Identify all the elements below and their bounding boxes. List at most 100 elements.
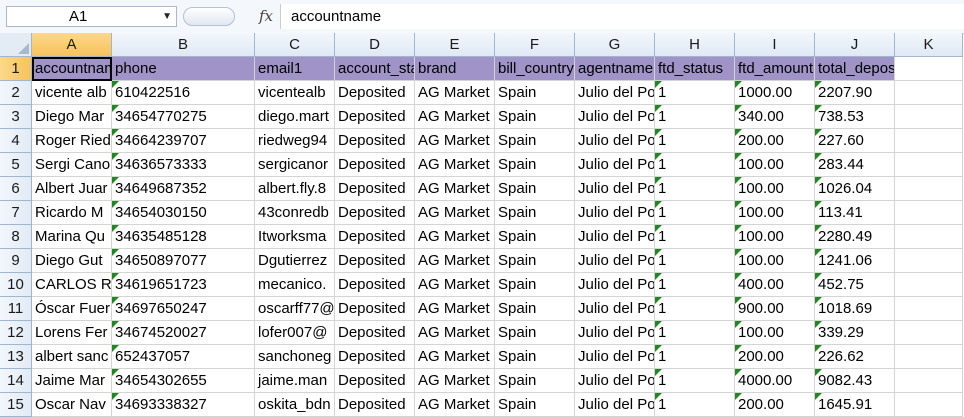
cell-b6[interactable]: 34649687352 — [112, 177, 255, 201]
cell-b3[interactable]: 34654770275 — [112, 105, 255, 129]
cell-i13[interactable]: 200.00 — [735, 345, 815, 369]
row-header-11[interactable]: 11 — [0, 297, 32, 321]
cell-b5[interactable]: 34636573333 — [112, 153, 255, 177]
cell-a1[interactable]: accountname — [32, 57, 112, 81]
cell-k7[interactable] — [895, 201, 963, 225]
cell-a14[interactable]: Jaime Mar — [32, 369, 112, 393]
cell-f9[interactable]: Spain — [495, 249, 575, 273]
row-header-2[interactable]: 2 — [0, 81, 32, 105]
cell-e1[interactable]: brand — [415, 57, 495, 81]
row-header-8[interactable]: 8 — [0, 225, 32, 249]
cell-j6[interactable]: 1026.04 — [815, 177, 895, 201]
cell-a3[interactable]: Diego Mar — [32, 105, 112, 129]
cell-c9[interactable]: Dgutierrez — [255, 249, 335, 273]
row-header-10[interactable]: 10 — [0, 273, 32, 297]
cell-e12[interactable]: AG Market — [415, 321, 495, 345]
cell-h8[interactable]: 1 — [655, 225, 735, 249]
cell-c13[interactable]: sanchoneg — [255, 345, 335, 369]
row-header-5[interactable]: 5 — [0, 153, 32, 177]
cell-e13[interactable]: AG Market — [415, 345, 495, 369]
cell-h6[interactable]: 1 — [655, 177, 735, 201]
cell-h9[interactable]: 1 — [655, 249, 735, 273]
column-header-h[interactable]: H — [655, 33, 735, 57]
chevron-down-icon[interactable]: ▼ — [162, 7, 172, 26]
column-header-e[interactable]: E — [415, 33, 495, 57]
cell-c2[interactable]: vicentealb — [255, 81, 335, 105]
cell-f11[interactable]: Spain — [495, 297, 575, 321]
cell-e10[interactable]: AG Market — [415, 273, 495, 297]
cell-d10[interactable]: Deposited — [335, 273, 415, 297]
cell-b7[interactable]: 34654030150 — [112, 201, 255, 225]
cell-k4[interactable] — [895, 129, 963, 153]
cell-e6[interactable]: AG Market — [415, 177, 495, 201]
cell-b4[interactable]: 34664239707 — [112, 129, 255, 153]
cell-f14[interactable]: Spain — [495, 369, 575, 393]
row-header-9[interactable]: 9 — [0, 249, 32, 273]
row-header-13[interactable]: 13 — [0, 345, 32, 369]
cell-g8[interactable]: Julio del Po — [575, 225, 655, 249]
cell-a4[interactable]: Roger Ried — [32, 129, 112, 153]
cell-e7[interactable]: AG Market — [415, 201, 495, 225]
cell-i1[interactable]: ftd_amount — [735, 57, 815, 81]
cell-e4[interactable]: AG Market — [415, 129, 495, 153]
cell-g15[interactable]: Julio del Po — [575, 393, 655, 417]
cell-c11[interactable]: oscarff77@ — [255, 297, 335, 321]
cell-b1[interactable]: phone — [112, 57, 255, 81]
row-header-14[interactable]: 14 — [0, 369, 32, 393]
cell-f15[interactable]: Spain — [495, 393, 575, 417]
row-header-4[interactable]: 4 — [0, 129, 32, 153]
cell-a7[interactable]: Ricardo M — [32, 201, 112, 225]
cell-k5[interactable] — [895, 153, 963, 177]
cell-b10[interactable]: 34619651723 — [112, 273, 255, 297]
cell-e3[interactable]: AG Market — [415, 105, 495, 129]
cell-j12[interactable]: 339.29 — [815, 321, 895, 345]
cell-h10[interactable]: 1 — [655, 273, 735, 297]
cell-i10[interactable]: 400.00 — [735, 273, 815, 297]
cell-k9[interactable] — [895, 249, 963, 273]
cell-b14[interactable]: 34654302655 — [112, 369, 255, 393]
cell-h13[interactable]: 1 — [655, 345, 735, 369]
cell-d6[interactable]: Deposited — [335, 177, 415, 201]
cell-c6[interactable]: albert.fly.8 — [255, 177, 335, 201]
cell-d8[interactable]: Deposited — [335, 225, 415, 249]
cell-b12[interactable]: 34674520027 — [112, 321, 255, 345]
cell-d11[interactable]: Deposited — [335, 297, 415, 321]
cell-f7[interactable]: Spain — [495, 201, 575, 225]
cell-e11[interactable]: AG Market — [415, 297, 495, 321]
select-all-button[interactable] — [0, 33, 32, 57]
cell-f3[interactable]: Spain — [495, 105, 575, 129]
cell-g6[interactable]: Julio del Po — [575, 177, 655, 201]
cell-a2[interactable]: vicente alb — [32, 81, 112, 105]
formula-bar-resize-handle[interactable] — [183, 7, 235, 26]
cell-k2[interactable] — [895, 81, 963, 105]
cell-h11[interactable]: 1 — [655, 297, 735, 321]
cell-i2[interactable]: 1000.00 — [735, 81, 815, 105]
cell-i4[interactable]: 200.00 — [735, 129, 815, 153]
cell-k8[interactable] — [895, 225, 963, 249]
cell-c12[interactable]: lofer007@ — [255, 321, 335, 345]
cell-b8[interactable]: 34635485128 — [112, 225, 255, 249]
cell-e8[interactable]: AG Market — [415, 225, 495, 249]
cell-a5[interactable]: Sergi Cano — [32, 153, 112, 177]
cell-k10[interactable] — [895, 273, 963, 297]
name-box[interactable]: A1 ▼ — [6, 6, 177, 27]
cell-j10[interactable]: 452.75 — [815, 273, 895, 297]
cell-e5[interactable]: AG Market — [415, 153, 495, 177]
cell-f6[interactable]: Spain — [495, 177, 575, 201]
cell-d2[interactable]: Deposited — [335, 81, 415, 105]
cell-g13[interactable]: Julio del Po — [575, 345, 655, 369]
cell-a12[interactable]: Lorens Fer — [32, 321, 112, 345]
cell-d15[interactable]: Deposited — [335, 393, 415, 417]
cell-c10[interactable]: mecanico. — [255, 273, 335, 297]
cell-k11[interactable] — [895, 297, 963, 321]
cell-h5[interactable]: 1 — [655, 153, 735, 177]
cell-j5[interactable]: 283.44 — [815, 153, 895, 177]
cell-f5[interactable]: Spain — [495, 153, 575, 177]
cell-e14[interactable]: AG Market — [415, 369, 495, 393]
cell-g11[interactable]: Julio del Po — [575, 297, 655, 321]
cell-a6[interactable]: Albert Juar — [32, 177, 112, 201]
column-header-a[interactable]: A — [32, 33, 112, 57]
row-header-12[interactable]: 12 — [0, 321, 32, 345]
cell-c5[interactable]: sergicanor — [255, 153, 335, 177]
cell-c1[interactable]: email1 — [255, 57, 335, 81]
